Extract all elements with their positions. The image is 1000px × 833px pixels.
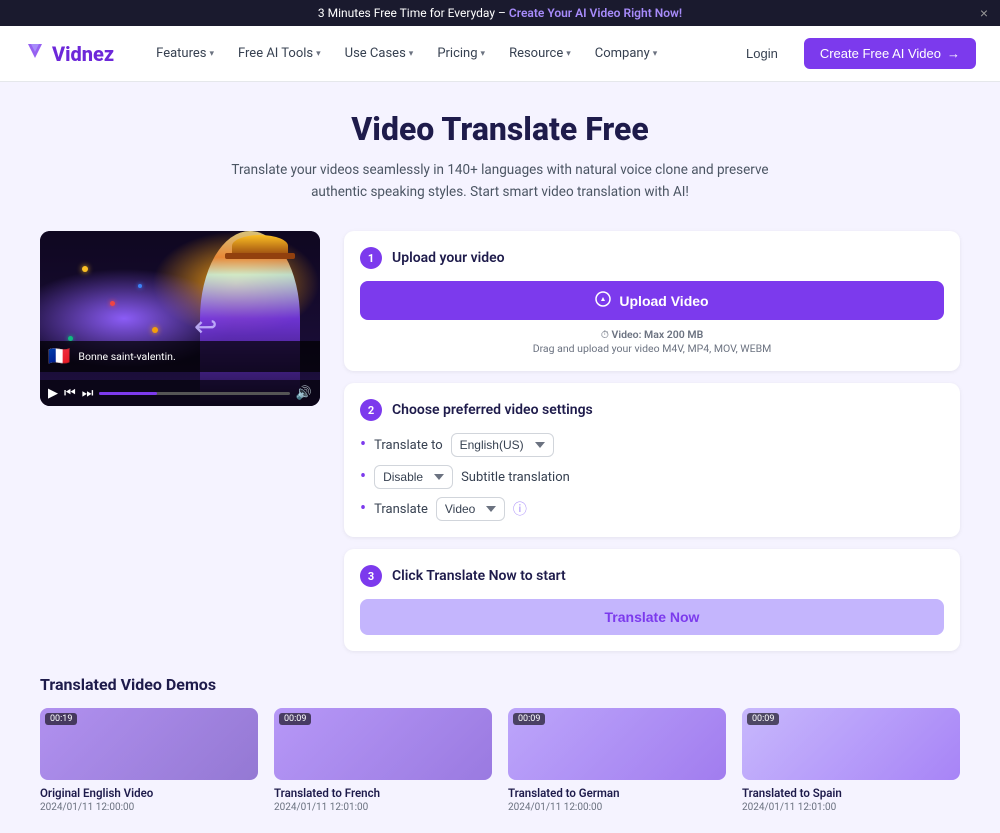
nav-resource[interactable]: Resource ▾ — [499, 40, 581, 67]
translate-type-select[interactable]: Video Audio — [436, 497, 505, 521]
subtitle-bar: 🇫🇷 Bonne saint-valentin. — [40, 341, 320, 372]
nav-actions: Login Create Free AI Video → — [730, 38, 976, 69]
clock-icon: ⏱ — [601, 328, 609, 341]
create-free-video-button[interactable]: Create Free AI Video → — [804, 38, 976, 69]
setting-translate-type: • Translate Video Audio ⓘ — [360, 497, 944, 521]
banner-link[interactable]: Create Your AI Video Right Now! — [509, 6, 682, 20]
demo-name-3: Translated to Spain — [742, 786, 960, 800]
upload-hint: ⏱ Video: Max 200 MB Drag and upload your… — [360, 328, 944, 355]
demo-duration-0: 00:19 — [45, 713, 77, 725]
banner-close[interactable]: × — [980, 5, 988, 21]
nav-use-cases[interactable]: Use Cases ▾ — [335, 40, 424, 67]
hero-subtitle: Translate your videos seamlessly in 140+… — [220, 160, 780, 203]
step-2-number: 2 — [360, 399, 382, 421]
rewind-button[interactable]: ⏮ — [64, 385, 76, 401]
demo-card-0: 00:19 Original English Video 2024/01/11 … — [40, 708, 258, 813]
demo-duration-2: 00:09 — [513, 713, 545, 725]
demos-section: Translated Video Demos 00:19 Original En… — [40, 675, 960, 813]
nav-links: Features ▾ Free AI Tools ▾ Use Cases ▾ P… — [146, 40, 730, 67]
chevron-down-icon: ▾ — [409, 49, 414, 59]
step-1-title: Upload your video — [392, 250, 505, 266]
content-area: ↩ 🇫🇷 Bonne saint-valentin. ▶ ⏮ ⏭ 🔊 — [40, 231, 960, 651]
subtitle-text: Bonne saint-valentin. — [78, 350, 175, 363]
banner-text: 3 Minutes Free Time for Everyday – — [318, 6, 509, 20]
flag-icon: 🇫🇷 — [48, 346, 70, 367]
step-3-number: 3 — [360, 565, 382, 587]
logo[interactable]: Vidnez — [24, 40, 114, 67]
upload-video-button[interactable]: Upload Video — [360, 281, 944, 320]
demo-thumbnail-2[interactable]: 00:09 — [508, 708, 726, 780]
subtitle-toggle-select[interactable]: Disable Enable — [374, 465, 453, 489]
demo-date-3: 2024/01/11 12:01:00 — [742, 802, 960, 813]
nav-free-ai-tools[interactable]: Free AI Tools ▾ — [228, 40, 331, 67]
translate-now-button[interactable]: Translate Now — [360, 599, 944, 635]
step-3-header: 3 Click Translate Now to start — [360, 565, 944, 587]
step-1-card: 1 Upload your video Upload Video ⏱ Video… — [344, 231, 960, 371]
arrow-icon: → — [947, 46, 960, 61]
bullet-icon: • — [360, 500, 366, 518]
demo-duration-3: 00:09 — [747, 713, 779, 725]
translate-to-select[interactable]: English(US) Spanish French German — [451, 433, 554, 457]
chevron-down-icon: ▾ — [481, 49, 486, 59]
demo-cards: 00:19 Original English Video 2024/01/11 … — [40, 708, 960, 813]
play-button[interactable]: ▶ — [48, 385, 58, 401]
chevron-down-icon: ▾ — [316, 49, 321, 59]
step-2-card: 2 Choose preferred video settings • Tran… — [344, 383, 960, 537]
demo-card-3: 00:09 Translated to Spain 2024/01/11 12:… — [742, 708, 960, 813]
logo-text: Vidnez — [52, 42, 114, 66]
step-2-title: Choose preferred video settings — [392, 402, 593, 418]
demo-name-0: Original English Video — [40, 786, 258, 800]
login-button[interactable]: Login — [730, 40, 794, 67]
hero-title: Video Translate Free — [40, 110, 960, 148]
demo-date-0: 2024/01/11 12:00:00 — [40, 802, 258, 813]
volume-button[interactable]: 🔊 — [296, 385, 312, 401]
logo-icon — [24, 40, 46, 67]
demo-date-1: 2024/01/11 12:01:00 — [274, 802, 492, 813]
chevron-down-icon: ▾ — [209, 49, 214, 59]
step-1-header: 1 Upload your video — [360, 247, 944, 269]
demo-thumbnail-0[interactable]: 00:19 — [40, 708, 258, 780]
chevron-down-icon: ▾ — [566, 49, 571, 59]
info-icon[interactable]: ⓘ — [513, 499, 527, 519]
demo-thumbnail-1[interactable]: 00:09 — [274, 708, 492, 780]
main-content: Video Translate Free Translate your vide… — [0, 82, 1000, 833]
steps-panel: 1 Upload your video Upload Video ⏱ Video… — [344, 231, 960, 651]
progress-bar[interactable] — [99, 392, 289, 395]
nav-company[interactable]: Company ▾ — [585, 40, 668, 67]
demo-date-2: 2024/01/11 12:00:00 — [508, 802, 726, 813]
demo-thumbnail-3[interactable]: 00:09 — [742, 708, 960, 780]
demo-name-2: Translated to German — [508, 786, 726, 800]
top-banner: 3 Minutes Free Time for Everyday – Creat… — [0, 0, 1000, 26]
video-player[interactable]: ↩ 🇫🇷 Bonne saint-valentin. ▶ ⏮ ⏭ 🔊 — [40, 231, 320, 406]
setting-translate-to: • Translate to English(US) Spanish Frenc… — [360, 433, 944, 457]
demo-duration-1: 00:09 — [279, 713, 311, 725]
video-section: ↩ 🇫🇷 Bonne saint-valentin. ▶ ⏮ ⏭ 🔊 — [40, 231, 320, 651]
chevron-down-icon: ▾ — [653, 49, 658, 59]
video-controls: ▶ ⏮ ⏭ 🔊 — [40, 380, 320, 406]
demo-card-2: 00:09 Translated to German 2024/01/11 12… — [508, 708, 726, 813]
progress-fill — [99, 392, 156, 395]
step-2-header: 2 Choose preferred video settings — [360, 399, 944, 421]
step-3-title: Click Translate Now to start — [392, 568, 566, 584]
forward-button[interactable]: ⏭ — [82, 385, 94, 401]
bullet-icon: • — [360, 468, 366, 486]
demo-name-1: Translated to French — [274, 786, 492, 800]
upload-icon — [595, 291, 611, 310]
setting-subtitle: • Disable Enable Subtitle translation — [360, 465, 944, 489]
demos-title: Translated Video Demos — [40, 675, 960, 694]
step-3-card: 3 Click Translate Now to start Translate… — [344, 549, 960, 651]
nav-pricing[interactable]: Pricing ▾ — [427, 40, 495, 67]
bullet-icon: • — [360, 436, 366, 454]
nav-features[interactable]: Features ▾ — [146, 40, 224, 67]
navbar: Vidnez Features ▾ Free AI Tools ▾ Use Ca… — [0, 26, 1000, 82]
demo-card-1: 00:09 Translated to French 2024/01/11 12… — [274, 708, 492, 813]
step-1-number: 1 — [360, 247, 382, 269]
